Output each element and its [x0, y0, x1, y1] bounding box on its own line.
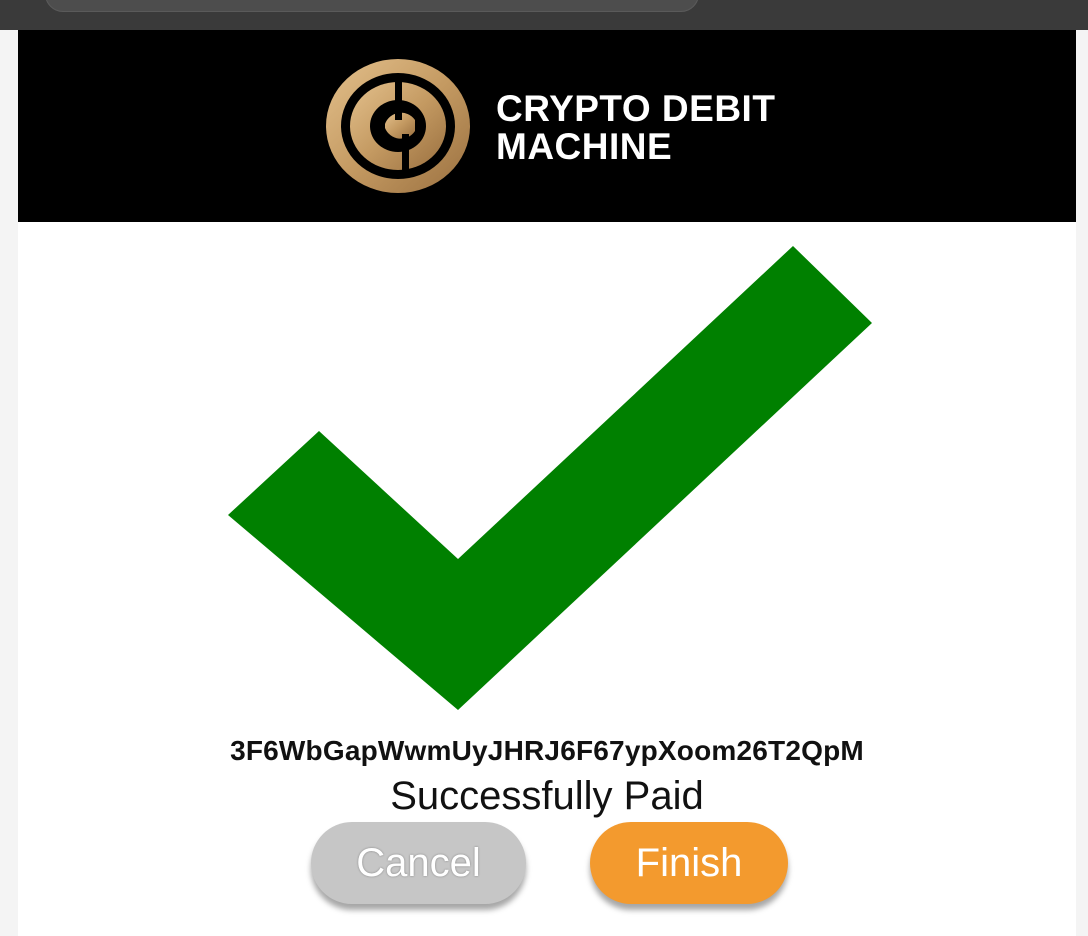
payment-panel: CRYPTO DEBIT MACHINE 3F6WbGapWwmUyJHRJ6F…: [18, 30, 1076, 936]
finish-button[interactable]: Finish: [590, 822, 788, 904]
cancel-button[interactable]: Cancel: [311, 822, 526, 904]
cdm-coin-logo-icon: [326, 59, 470, 193]
address-bar-edge: [45, 0, 699, 12]
brand-name-line1: CRYPTO DEBIT: [496, 88, 776, 129]
brand-name-line2: MACHINE: [496, 126, 673, 167]
checkmark-icon: [228, 246, 872, 710]
wallet-address: 3F6WbGapWwmUyJHRJ6F67ypXoom26T2QpM: [230, 735, 864, 766]
payment-status: Successfully Paid: [390, 774, 704, 818]
brand-header: CRYPTO DEBIT MACHINE: [18, 30, 1076, 222]
top-bar: [0, 0, 1088, 30]
